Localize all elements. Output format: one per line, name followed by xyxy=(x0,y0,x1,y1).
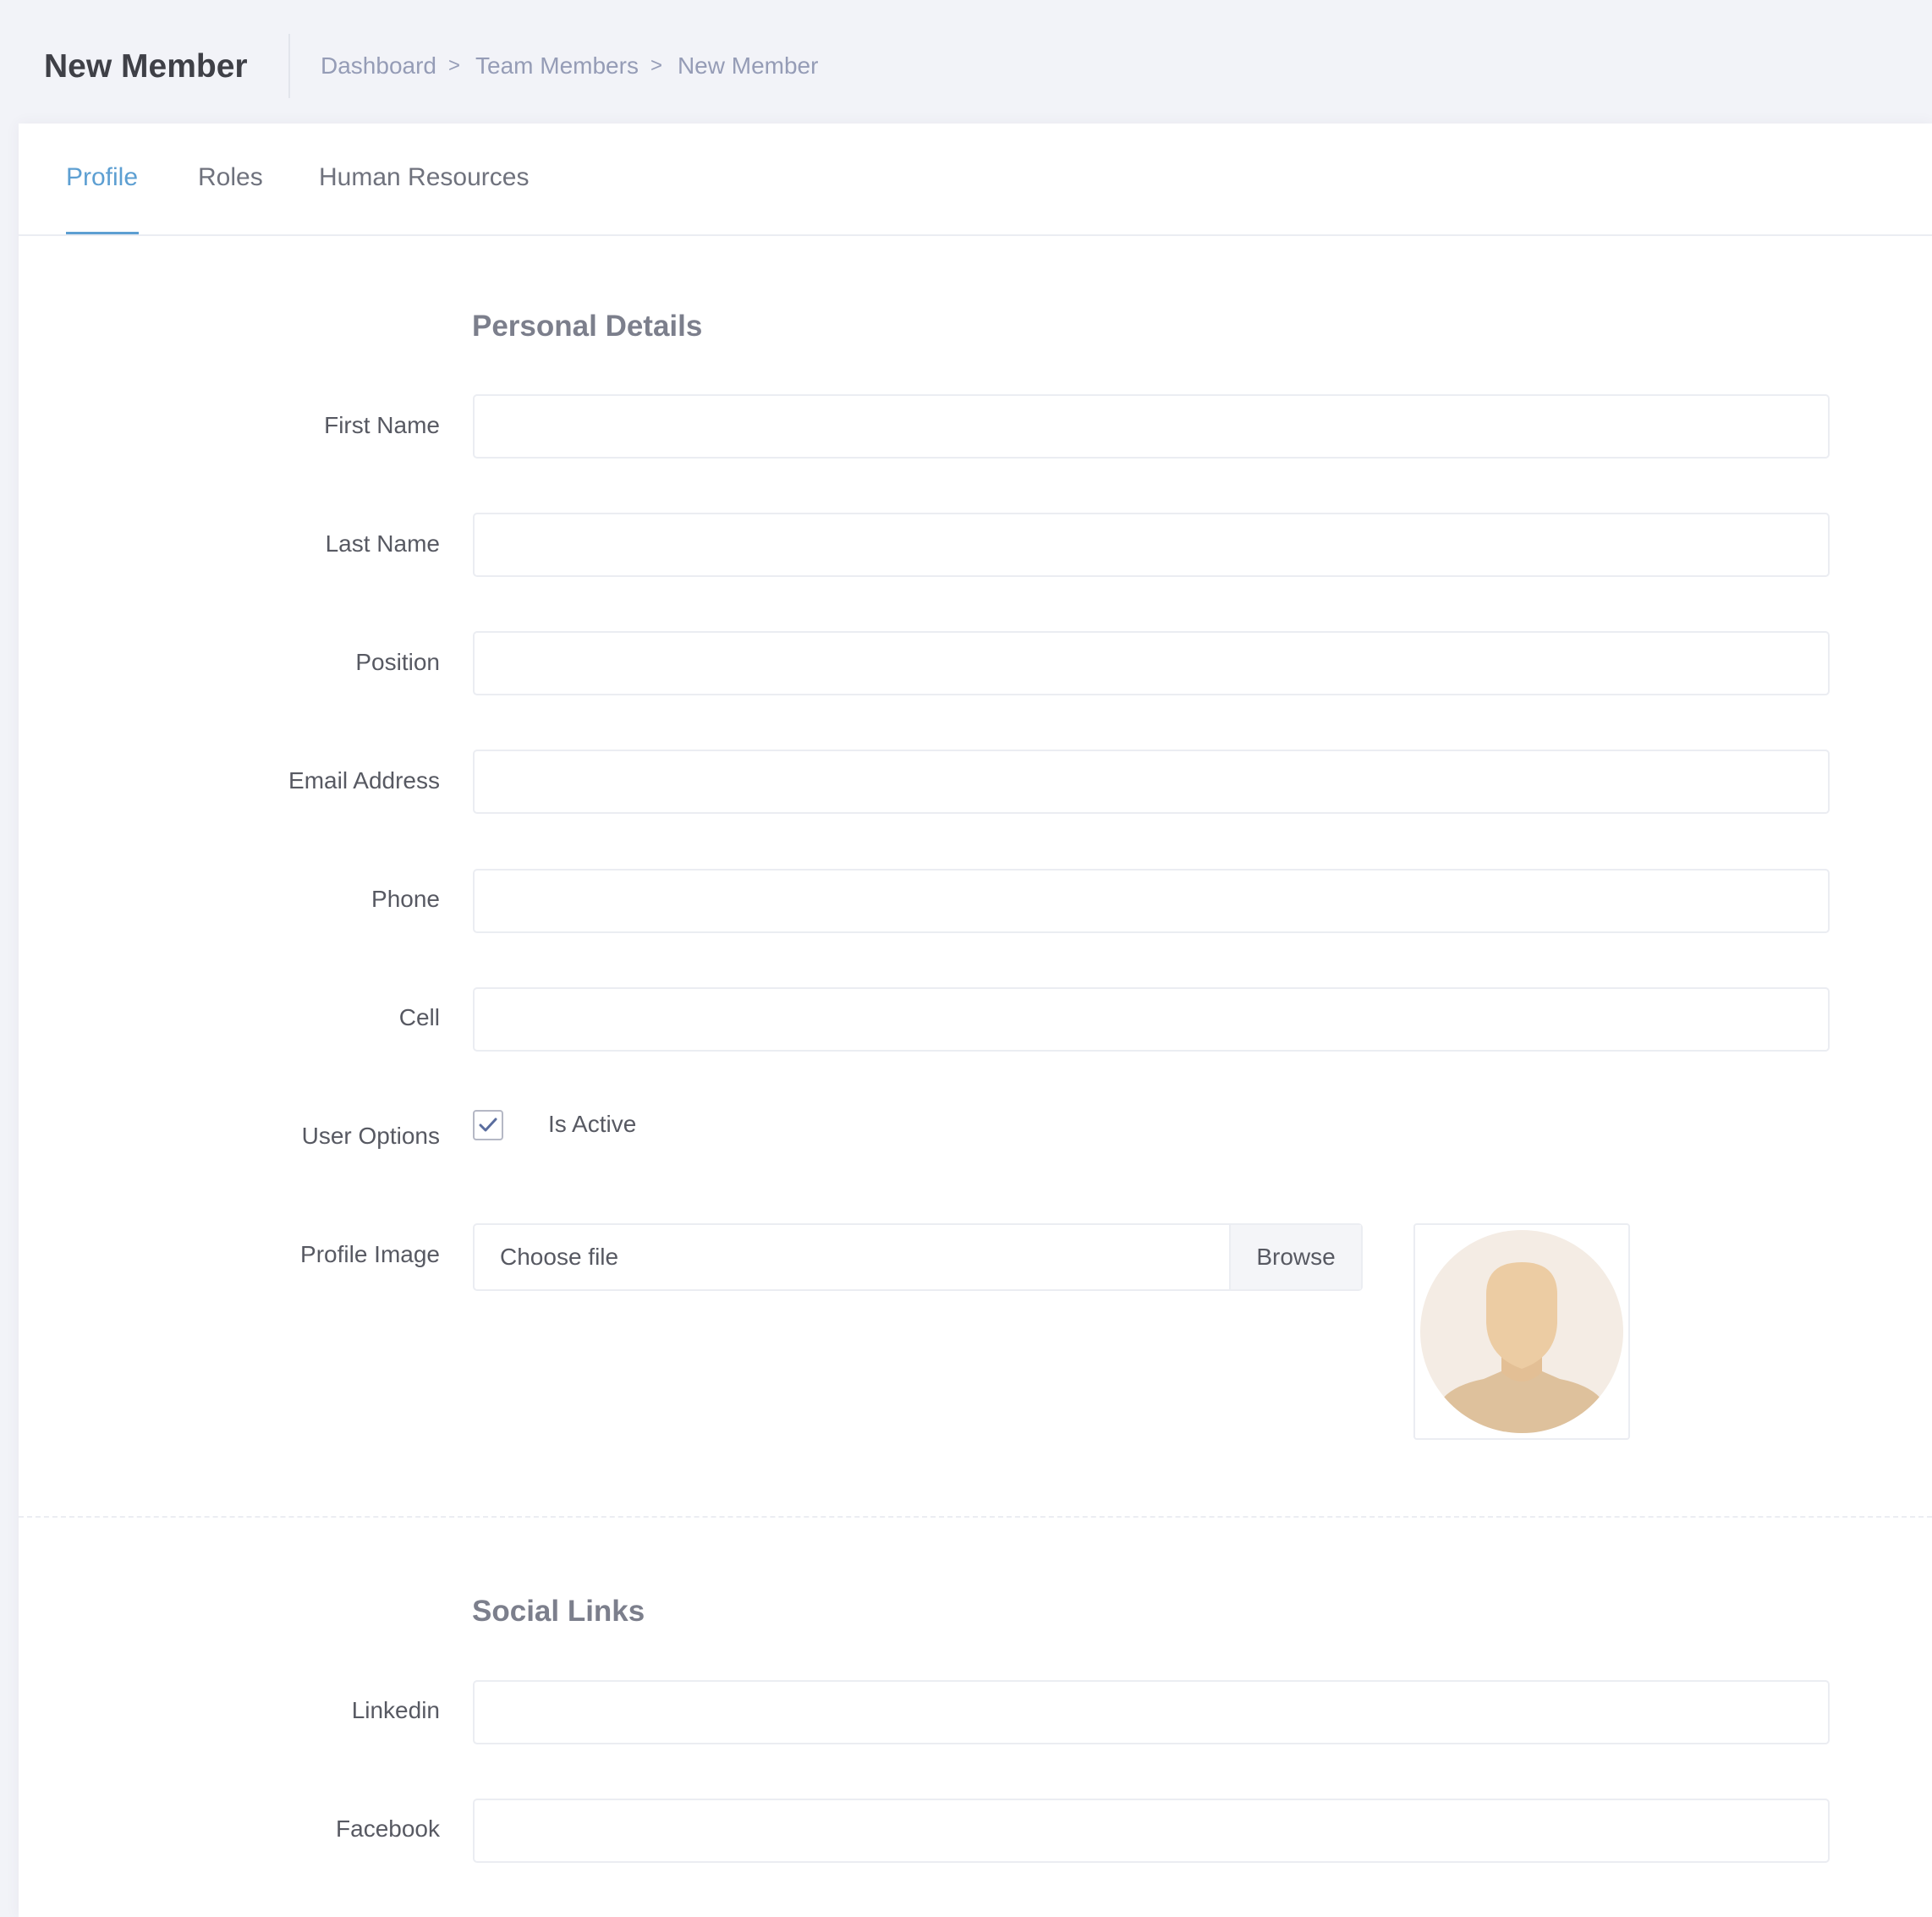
email-address-label: Email Address xyxy=(288,767,440,794)
user-options-label: User Options xyxy=(301,1123,440,1149)
member-form-card: Profile Roles Human Resources Personal D… xyxy=(19,124,1932,1917)
phone-input[interactable] xyxy=(473,869,1830,933)
phone-label: Phone xyxy=(371,886,440,912)
tab-bar: Profile Roles Human Resources xyxy=(19,124,1932,236)
file-input-placeholder: Choose file xyxy=(500,1244,619,1270)
email-address-input[interactable] xyxy=(473,750,1830,814)
checkmark-icon xyxy=(479,1118,497,1132)
profile-image-file-input[interactable]: Choose file Browse xyxy=(473,1223,1363,1291)
breadcrumb-separator: > xyxy=(447,54,460,77)
tab-profile[interactable]: Profile xyxy=(66,161,138,195)
section-divider xyxy=(19,1516,1932,1518)
position-input[interactable] xyxy=(473,631,1830,695)
facebook-label: Facebook xyxy=(336,1815,440,1842)
breadcrumb: Dashboard > Team Members > New Member xyxy=(321,49,818,83)
browse-button[interactable]: Browse xyxy=(1229,1225,1361,1289)
last-name-label: Last Name xyxy=(325,530,440,557)
breadcrumb-separator: > xyxy=(650,54,662,77)
breadcrumb-team-members[interactable]: Team Members xyxy=(475,49,639,83)
profile-image-label: Profile Image xyxy=(300,1241,440,1267)
cell-input[interactable] xyxy=(473,987,1830,1052)
first-name-input[interactable] xyxy=(473,394,1830,459)
default-avatar-icon xyxy=(1420,1230,1623,1433)
first-name-label: First Name xyxy=(324,412,440,438)
breadcrumb-new-member: New Member xyxy=(677,52,819,79)
active-tab-indicator xyxy=(66,232,139,234)
section-title-social-links: Social Links xyxy=(472,1595,645,1628)
breadcrumb-dashboard[interactable]: Dashboard xyxy=(321,49,436,83)
last-name-input[interactable] xyxy=(473,513,1830,577)
linkedin-label: Linkedin xyxy=(351,1697,440,1723)
is-active-label[interactable]: Is Active xyxy=(548,1107,636,1141)
tab-human-resources[interactable]: Human Resources xyxy=(319,161,529,195)
tab-roles[interactable]: Roles xyxy=(198,161,263,195)
title-divider xyxy=(288,34,290,98)
profile-image-preview xyxy=(1413,1223,1630,1440)
is-active-checkbox[interactable] xyxy=(473,1110,503,1140)
page-title: New Member xyxy=(44,48,248,85)
facebook-input[interactable] xyxy=(473,1799,1830,1863)
cell-label: Cell xyxy=(398,1004,440,1030)
section-title-personal-details: Personal Details xyxy=(472,310,703,343)
subheader: New Member Dashboard > Team Members > Ne… xyxy=(0,0,1932,124)
linkedin-input[interactable] xyxy=(473,1680,1830,1744)
position-label: Position xyxy=(355,649,440,675)
